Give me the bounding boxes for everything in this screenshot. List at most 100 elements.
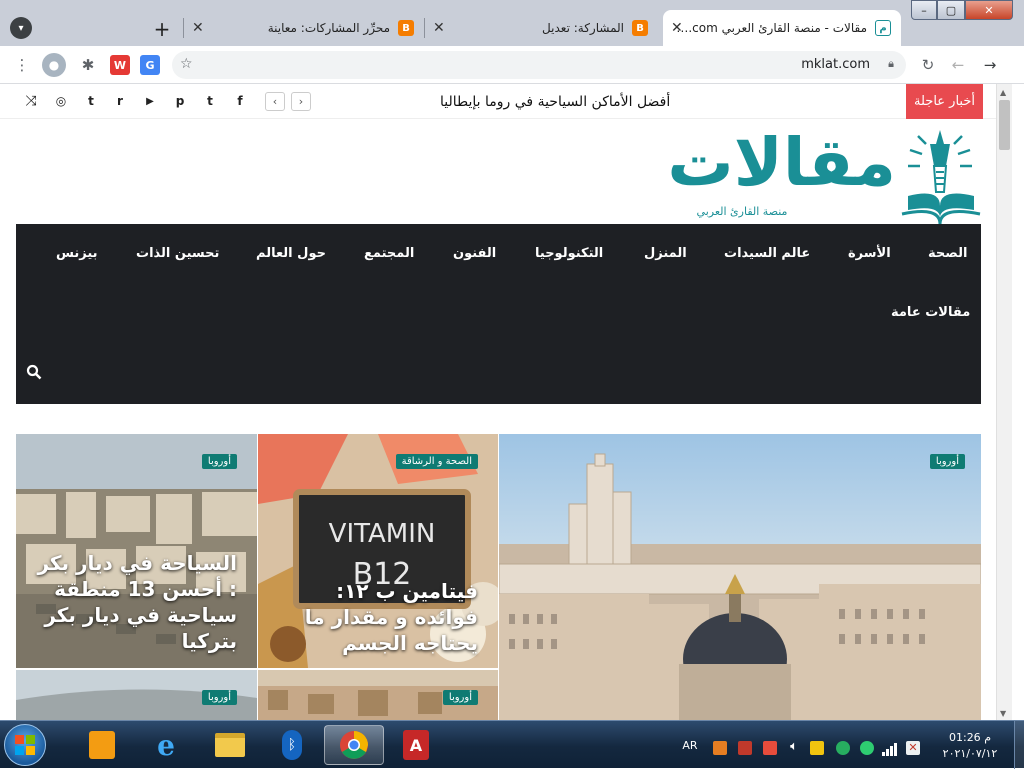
pinterest-icon[interactable]: p xyxy=(171,92,189,110)
volume-icon[interactable]: 🔈︎ xyxy=(786,739,802,754)
tray-utorrent-icon[interactable] xyxy=(836,741,850,755)
nav-item-business[interactable]: بيزنس xyxy=(56,246,98,261)
page-scrollbar[interactable]: ▲ ▼ xyxy=(996,84,1012,720)
clock-time[interactable]: 01:26 م xyxy=(930,731,1010,744)
folder-icon xyxy=(215,733,245,757)
close-tab-icon[interactable]: ✕ xyxy=(671,20,683,36)
twitter-icon[interactable]: t xyxy=(201,92,219,110)
tab-post-edit[interactable]: B المشاركة: تعديل ✕ xyxy=(425,10,658,46)
card-title[interactable]: السياحة في ديار بكر : أحسن 13 منطقة سياح… xyxy=(28,550,237,654)
bookmark-star-icon[interactable]: ☆ xyxy=(180,56,193,72)
nav-item-family[interactable]: الأسرة xyxy=(848,246,891,261)
tray-update-icon[interactable] xyxy=(763,741,777,755)
featured-card-vitamin[interactable]: VITAMIN B12 الصحة و الرشاقة فيتامين ب ١٢… xyxy=(258,434,498,668)
blogger-icon: B xyxy=(632,20,648,36)
tray-security-icon[interactable] xyxy=(738,741,752,755)
instagram-icon[interactable]: ◎ xyxy=(52,92,70,110)
extensions-icon[interactable]: ✱ xyxy=(76,53,100,77)
vitamin-chalk-text: VITAMIN xyxy=(329,519,436,549)
start-button[interactable] xyxy=(4,724,46,766)
internet-explorer-icon: e xyxy=(157,728,175,762)
close-window-button[interactable]: ✕ xyxy=(965,0,1013,20)
tray-app-icon[interactable] xyxy=(713,741,727,755)
scrollbar-thumb[interactable] xyxy=(999,100,1010,150)
tray-notes-icon[interactable] xyxy=(810,741,824,755)
internet-explorer-button[interactable]: e xyxy=(136,725,196,765)
clock-date[interactable]: ٢٠٢١/٠٧/١٢ xyxy=(930,747,1010,760)
action-center-icon[interactable]: ✕ xyxy=(906,741,920,755)
tab-title: مقالات - منصة القارئ العربي Mklat.com xyxy=(673,21,867,35)
breaking-news-label: أخبار عاجلة xyxy=(906,84,983,119)
reddit-icon[interactable]: r xyxy=(111,92,129,110)
card-title[interactable]: فيتامين ب ١٢: فوائده و مقدار ما يحتاجه ا… xyxy=(272,578,478,656)
featured-card-europe-3[interactable]: أوروبا xyxy=(16,670,257,720)
mklat-favicon-icon: م xyxy=(875,20,891,36)
windows-logo-icon xyxy=(15,735,35,755)
network-signal-icon[interactable] xyxy=(882,741,898,756)
tab-title: المشاركة: تعديل xyxy=(542,21,624,35)
language-indicator[interactable]: AR xyxy=(680,739,700,752)
new-tab-button[interactable]: + xyxy=(150,17,174,41)
tumblr-icon[interactable]: t xyxy=(82,92,100,110)
page-viewport: أخبار عاجلة أفضل الأماكن السياحية في روم… xyxy=(0,84,1024,720)
close-tab-icon[interactable]: ✕ xyxy=(433,20,445,36)
category-tag[interactable]: أوروبا xyxy=(201,454,237,469)
bluetooth-icon: ᛒ xyxy=(282,730,302,760)
scroll-up-icon[interactable]: ▲ xyxy=(1000,88,1006,97)
featured-card-diyarbakir[interactable]: أوروبا السياحة في ديار بكر : أحسن 13 منط… xyxy=(16,434,257,668)
profile-avatar[interactable]: ● xyxy=(42,53,66,77)
tab-mklat[interactable]: م مقالات - منصة القارئ العربي Mklat.com … xyxy=(663,10,901,46)
category-tag[interactable]: أوروبا xyxy=(929,454,965,469)
featured-card-europe-4[interactable]: أوروبا xyxy=(258,670,498,720)
close-tab-icon[interactable]: ✕ xyxy=(192,20,204,36)
breaking-headline[interactable]: أفضل الأماكن السياحية في روما بإيطاليا xyxy=(440,84,896,119)
ticker-next-button[interactable]: › xyxy=(291,92,311,111)
reload-icon[interactable]: ↻ xyxy=(916,53,940,77)
pdf-reader-button[interactable]: A xyxy=(386,725,446,765)
tab-post-preview[interactable]: B محرِّر المشاركات: معاينة ✕ xyxy=(184,10,424,46)
category-tag[interactable]: أوروبا xyxy=(442,690,478,705)
shuffle-icon[interactable]: ⤨ xyxy=(22,92,40,110)
show-desktop-button[interactable] xyxy=(1014,721,1024,769)
youtube-icon[interactable]: ▶ xyxy=(141,92,159,110)
top-bar: أخبار عاجلة أفضل الأماكن السياحية في روم… xyxy=(0,84,1000,119)
search-icon[interactable] xyxy=(26,364,42,380)
wps-extension-icon[interactable]: W xyxy=(110,55,130,75)
nav-item-health[interactable]: الصحة xyxy=(928,246,967,261)
chrome-icon xyxy=(340,731,368,759)
tab-separator xyxy=(424,18,425,38)
site-logo[interactable]: مقالات منصة القارئ العربي xyxy=(667,120,982,225)
category-tag[interactable]: أوروبا xyxy=(201,690,237,705)
nav-item-home[interactable]: المنزل xyxy=(644,246,687,261)
translate-extension-icon[interactable]: G xyxy=(140,55,160,75)
nav-item-society[interactable]: المجتمع xyxy=(364,246,414,261)
facebook-icon[interactable]: f xyxy=(231,92,249,110)
chrome-button[interactable] xyxy=(324,725,384,765)
minimize-button[interactable]: – xyxy=(911,0,937,20)
back-arrow-icon[interactable]: ← xyxy=(946,53,970,77)
featured-card-large[interactable]: أوروبا xyxy=(499,434,981,720)
category-tag[interactable]: الصحة و الرشاقة xyxy=(395,454,478,469)
lock-icon[interactable]: 🔒︎ xyxy=(888,57,894,71)
tab-search-button[interactable]: ▾ xyxy=(10,17,32,39)
address-bar[interactable]: ☆ mklat.com 🔒︎ xyxy=(172,51,906,79)
nav-item-technology[interactable]: التكنولوجيا xyxy=(535,246,603,261)
maximize-button[interactable]: ▢ xyxy=(937,0,965,20)
nav-item-arts[interactable]: الفنون xyxy=(453,246,496,261)
nav-item-self-improvement[interactable]: تحسين الذات xyxy=(136,246,219,261)
forward-arrow-icon[interactable]: → xyxy=(978,53,1002,77)
media-player-button[interactable] xyxy=(72,725,132,765)
main-nav: الصحة الأسرة عالم السيدات المنزل التكنول… xyxy=(16,224,981,404)
browser-tab-bar: ▾ B المشاركة: تعديل ✕ B محرِّر المشاركات… xyxy=(0,0,1024,46)
nav-item-general[interactable]: مقالات عامة xyxy=(891,305,970,320)
acrobat-icon: A xyxy=(403,730,429,760)
ticker-prev-button[interactable]: ‹ xyxy=(265,92,285,111)
nav-item-world[interactable]: حول العالم xyxy=(256,246,326,261)
tray-check-icon[interactable] xyxy=(860,741,874,755)
menu-icon[interactable]: ⋮ xyxy=(10,53,34,77)
nav-item-women[interactable]: عالم السيدات xyxy=(724,246,810,261)
file-explorer-button[interactable] xyxy=(200,725,260,765)
bluetooth-button[interactable]: ᛒ xyxy=(262,725,322,765)
madrid-cityscape-image xyxy=(499,434,981,720)
scroll-down-icon[interactable]: ▼ xyxy=(1000,709,1006,718)
